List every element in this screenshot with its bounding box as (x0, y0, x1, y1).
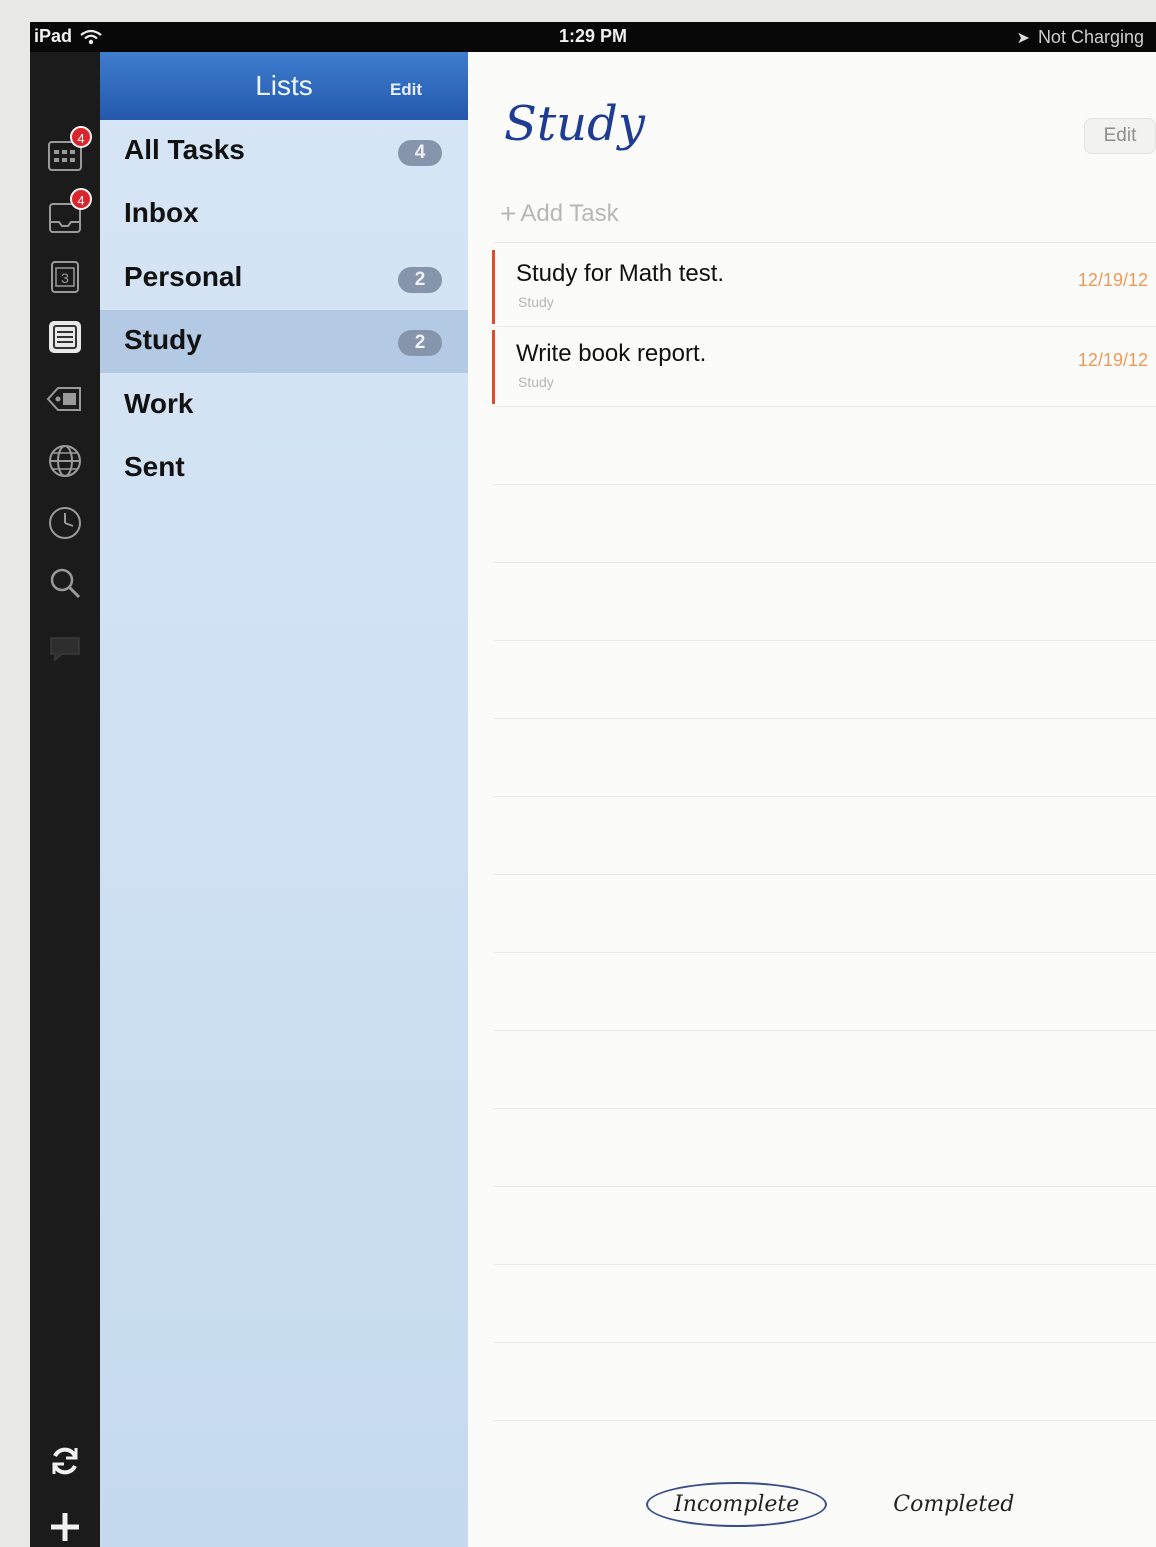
list-item-label: Sent (124, 451, 185, 482)
task-title: Write book report. (516, 340, 707, 367)
filter-incomplete[interactable]: Incomplete (646, 1482, 828, 1527)
list-item-label: Study (124, 324, 202, 355)
plus-icon: + (500, 198, 517, 229)
add-icon[interactable] (46, 1508, 84, 1546)
inbox-badge: 4 (70, 188, 92, 210)
divider (494, 1186, 1156, 1187)
divider (494, 952, 1156, 953)
lists-panel: Lists Edit All Tasks 4 Inbox Personal 2 … (100, 52, 468, 1547)
divider (494, 718, 1156, 719)
task-row[interactable]: Write book report. Study 12/19/12 (492, 330, 1156, 406)
search-icon[interactable] (46, 564, 84, 602)
list-item-personal[interactable]: Personal 2 (100, 247, 468, 310)
divider (494, 640, 1156, 641)
icon-rail: 4 4 3 (30, 52, 100, 1547)
divider (494, 1420, 1156, 1421)
sync-icon[interactable] (46, 1442, 84, 1480)
lists-edit-button[interactable]: Edit (378, 76, 434, 104)
lists-header: Lists Edit (100, 52, 468, 120)
clock-icon[interactable] (46, 504, 84, 542)
list-item-inbox[interactable]: Inbox (100, 183, 468, 246)
divider (494, 1264, 1156, 1265)
task-pane: Study Edit + Add Task Study for Math tes… (468, 52, 1156, 1547)
divider (494, 1030, 1156, 1031)
priority-bar (492, 250, 495, 324)
calendar-badge: 4 (70, 126, 92, 148)
edit-button[interactable]: Edit (1084, 118, 1156, 154)
inbox-tray-icon[interactable]: 4 (46, 188, 92, 236)
day-icon[interactable]: 3 (46, 258, 84, 296)
list-item-label: All Tasks (124, 134, 245, 165)
list-item-label: Work (124, 388, 194, 419)
add-task-label: Add Task (520, 200, 619, 227)
task-row[interactable]: Study for Math test. Study 12/19/12 (492, 250, 1156, 326)
chat-icon[interactable] (46, 628, 84, 666)
page-title: Study (504, 96, 645, 152)
lists-icon[interactable] (46, 318, 84, 356)
status-bar: iPad 1:29 PM ➤ Not Charging (30, 22, 1156, 52)
battery-status: Not Charging (1037, 27, 1144, 47)
svg-text:3: 3 (61, 270, 69, 286)
task-due-date: 12/19/12 (1077, 270, 1148, 290)
priority-bar (492, 330, 495, 404)
divider (494, 796, 1156, 797)
add-task-button[interactable]: + Add Task (500, 198, 619, 230)
clock: 1:29 PM (558, 26, 628, 46)
filter-completed[interactable]: Completed (867, 1484, 1040, 1525)
list-item-label: Personal (124, 261, 243, 292)
divider (494, 484, 1156, 485)
globe-icon[interactable] (46, 442, 84, 480)
list-item-label: Inbox (124, 197, 199, 228)
list-item-sent[interactable]: Sent (100, 437, 468, 500)
divider (494, 1108, 1156, 1109)
count-badge: 4 (398, 140, 442, 166)
divider (494, 242, 1156, 243)
task-filter: Incomplete Completed (646, 1482, 1040, 1527)
task-title: Study for Math test. (516, 260, 725, 287)
list-item-all-tasks[interactable]: All Tasks 4 (100, 120, 468, 183)
divider (494, 562, 1156, 563)
calendar-icon[interactable]: 4 (46, 126, 92, 174)
divider (494, 406, 1156, 407)
list-item-work[interactable]: Work (100, 374, 468, 437)
list-item-study[interactable]: Study 2 (100, 310, 468, 373)
divider (494, 874, 1156, 875)
divider (494, 326, 1156, 327)
location-arrow-icon: ➤ (1016, 29, 1030, 47)
task-list-name: Study (518, 374, 554, 390)
divider (494, 1342, 1156, 1343)
task-due-date: 12/19/12 (1077, 350, 1148, 370)
task-list-name: Study (518, 294, 554, 310)
count-badge: 2 (398, 267, 442, 293)
tag-icon[interactable] (46, 380, 84, 418)
count-badge: 2 (398, 330, 442, 356)
